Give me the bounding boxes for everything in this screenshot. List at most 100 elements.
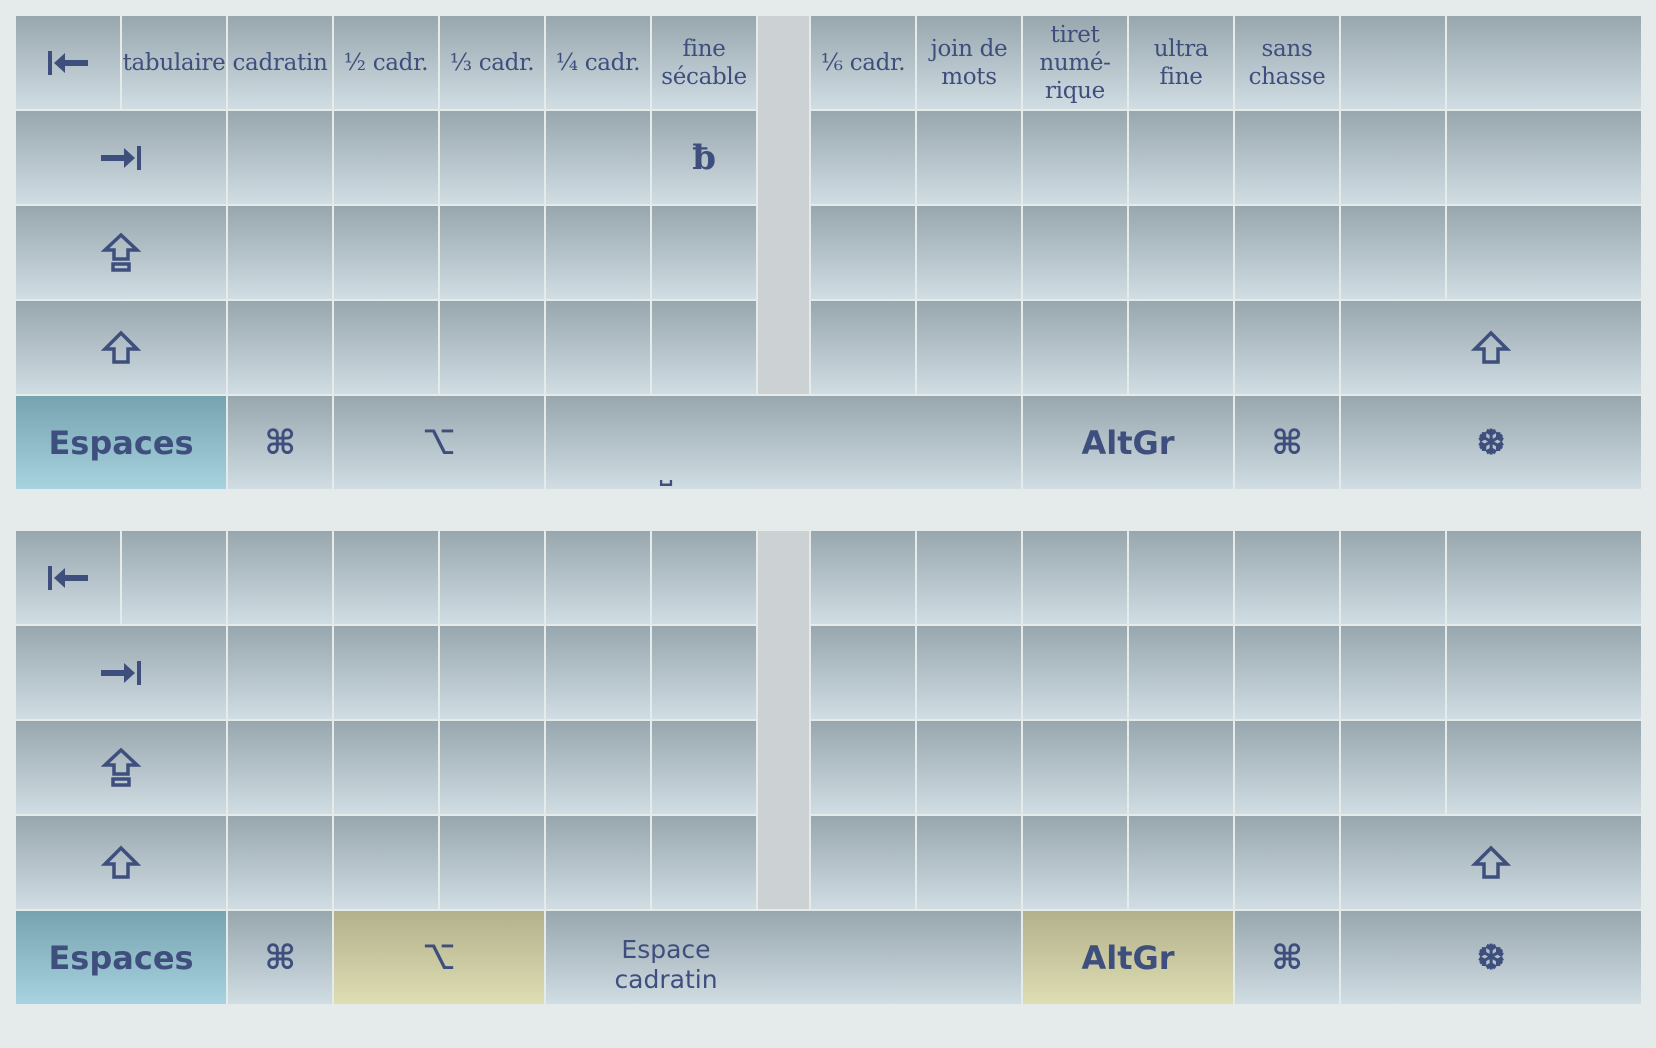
key-top-row-3[interactable] bbox=[439, 625, 545, 720]
key-home-row-12[interactable] bbox=[1446, 205, 1642, 300]
key-top-row-7[interactable] bbox=[916, 625, 1022, 720]
key-option[interactable]: ⌥ bbox=[333, 395, 545, 490]
key-home-row-5[interactable] bbox=[651, 720, 757, 815]
key-top-row-6[interactable] bbox=[810, 110, 916, 205]
key-shift-row-2[interactable] bbox=[333, 300, 439, 395]
key-number-row-1[interactable]: tabulaire bbox=[121, 15, 227, 110]
key-shift-row-3[interactable] bbox=[439, 300, 545, 395]
key-top-row-2[interactable] bbox=[333, 625, 439, 720]
key-number-row-9[interactable] bbox=[1022, 530, 1128, 625]
key-number-row-2[interactable]: cadratin bbox=[227, 15, 333, 110]
key-home-row-10[interactable] bbox=[1234, 205, 1340, 300]
key-top-row-1[interactable] bbox=[227, 625, 333, 720]
key-number-row-9[interactable]: tiret numé- rique bbox=[1022, 15, 1128, 110]
key-tab[interactable] bbox=[15, 110, 227, 205]
key-shift-row-1[interactable] bbox=[227, 300, 333, 395]
key-home-row-3[interactable] bbox=[439, 720, 545, 815]
key-home-row-8[interactable] bbox=[1022, 720, 1128, 815]
key-top-row-11[interactable] bbox=[1340, 110, 1446, 205]
key-home-row-11[interactable] bbox=[1340, 720, 1446, 815]
key-shift-row-2[interactable] bbox=[333, 815, 439, 910]
key-menu[interactable]: ❆ bbox=[1340, 910, 1642, 1005]
key-command-right[interactable]: ⌘ bbox=[1234, 395, 1340, 490]
key-shift-row-5[interactable] bbox=[651, 815, 757, 910]
key-shift-row-1[interactable] bbox=[227, 815, 333, 910]
key-home-row-3[interactable] bbox=[439, 205, 545, 300]
key-top-row-10[interactable] bbox=[1234, 110, 1340, 205]
key-tab-left[interactable] bbox=[15, 530, 121, 625]
key-capslock[interactable] bbox=[15, 720, 227, 815]
key-number-row-3[interactable]: ½ cadr. bbox=[333, 15, 439, 110]
key-number-row-5[interactable]: ¼ cadr. bbox=[545, 15, 651, 110]
key-shift-left[interactable] bbox=[15, 815, 227, 910]
key-espaces[interactable]: Espaces bbox=[15, 910, 227, 1005]
key-shift-row-10[interactable] bbox=[1234, 815, 1340, 910]
key-number-row-6[interactable] bbox=[651, 530, 757, 625]
key-top-row-1[interactable] bbox=[227, 110, 333, 205]
key-menu[interactable]: ❆ bbox=[1340, 395, 1642, 490]
key-shift-row-5[interactable] bbox=[651, 300, 757, 395]
key-shift-row-9[interactable] bbox=[1128, 815, 1234, 910]
key-number-row-1[interactable] bbox=[121, 530, 227, 625]
key-home-row-4[interactable] bbox=[545, 205, 651, 300]
key-home-row-5[interactable] bbox=[651, 205, 757, 300]
key-number-row-11[interactable] bbox=[1234, 530, 1340, 625]
key-top-row-12[interactable] bbox=[1446, 110, 1642, 205]
key-number-row-8[interactable]: join de mots bbox=[916, 15, 1022, 110]
key-shift-left[interactable] bbox=[15, 300, 227, 395]
key-top-row-4[interactable] bbox=[545, 110, 651, 205]
key-shift-row-6[interactable] bbox=[810, 815, 916, 910]
key-top-row-5[interactable] bbox=[651, 625, 757, 720]
key-shift-row-4[interactable] bbox=[545, 300, 651, 395]
key-space[interactable]: Espace cadratin bbox=[545, 910, 1022, 1005]
key-number-row-13[interactable] bbox=[1446, 15, 1642, 110]
key-shift-row-9[interactable] bbox=[1128, 300, 1234, 395]
key-command-left[interactable]: ⌘ bbox=[227, 395, 333, 490]
key-number-row-10[interactable] bbox=[1128, 530, 1234, 625]
key-home-row-6[interactable] bbox=[810, 205, 916, 300]
key-top-row-9[interactable] bbox=[1128, 110, 1234, 205]
key-number-row-2[interactable] bbox=[227, 530, 333, 625]
key-shift-row-7[interactable] bbox=[916, 815, 1022, 910]
key-top-row-11[interactable] bbox=[1340, 625, 1446, 720]
key-home-row-8[interactable] bbox=[1022, 205, 1128, 300]
key-top-row-8[interactable] bbox=[1022, 110, 1128, 205]
key-number-row-7[interactable]: ⅙ cadr. bbox=[810, 15, 916, 110]
key-number-row-8[interactable] bbox=[916, 530, 1022, 625]
key-top-row-12[interactable] bbox=[1446, 625, 1642, 720]
key-tab-left[interactable] bbox=[15, 15, 121, 110]
key-home-row-4[interactable] bbox=[545, 720, 651, 815]
key-home-row-12[interactable] bbox=[1446, 720, 1642, 815]
key-altgr[interactable]: AltGr bbox=[1022, 910, 1234, 1005]
key-home-row-9[interactable] bbox=[1128, 205, 1234, 300]
key-top-row-2[interactable] bbox=[333, 110, 439, 205]
key-number-row-5[interactable] bbox=[545, 530, 651, 625]
key-option[interactable]: ⌥ bbox=[333, 910, 545, 1005]
key-home-row-1[interactable] bbox=[227, 205, 333, 300]
key-number-row-7[interactable] bbox=[810, 530, 916, 625]
key-home-row-6[interactable] bbox=[810, 720, 916, 815]
key-top-row-9[interactable] bbox=[1128, 625, 1234, 720]
key-command-right[interactable]: ⌘ bbox=[1234, 910, 1340, 1005]
key-capslock[interactable] bbox=[15, 205, 227, 300]
key-altgr[interactable]: AltGr bbox=[1022, 395, 1234, 490]
key-top-row-8[interactable] bbox=[1022, 625, 1128, 720]
key-shift-row-8[interactable] bbox=[1022, 300, 1128, 395]
key-number-row-6[interactable]: fine sécable bbox=[651, 15, 757, 110]
key-shift-row-3[interactable] bbox=[439, 815, 545, 910]
key-home-row-11[interactable] bbox=[1340, 205, 1446, 300]
key-tab[interactable] bbox=[15, 625, 227, 720]
key-shift-right[interactable] bbox=[1340, 815, 1642, 910]
key-top-row-4[interactable] bbox=[545, 625, 651, 720]
key-shift-row-8[interactable] bbox=[1022, 815, 1128, 910]
key-number-row-12[interactable] bbox=[1340, 530, 1446, 625]
key-home-row-9[interactable] bbox=[1128, 720, 1234, 815]
key-home-row-2[interactable] bbox=[333, 720, 439, 815]
key-espaces[interactable]: Espaces bbox=[15, 395, 227, 490]
key-command-left[interactable]: ⌘ bbox=[227, 910, 333, 1005]
key-shift-row-10[interactable] bbox=[1234, 300, 1340, 395]
key-fine-char[interactable]: ƀ bbox=[651, 110, 757, 205]
key-shift-row-7[interactable] bbox=[916, 300, 1022, 395]
key-shift-row-6[interactable] bbox=[810, 300, 916, 395]
key-space[interactable]: ⎵ bbox=[545, 395, 1022, 490]
